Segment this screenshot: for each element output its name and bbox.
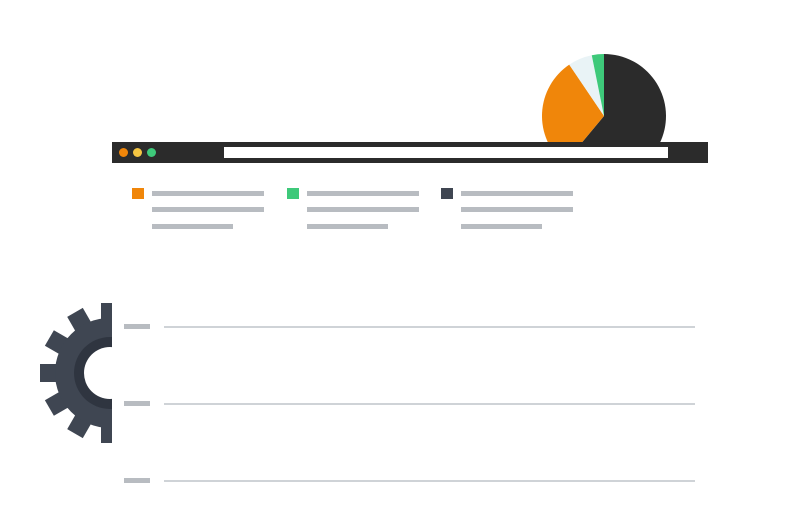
window-dot-yellow[interactable] [133,148,142,157]
browser-titlebar [112,142,708,163]
list-row [124,477,696,485]
legend-item-green [287,187,427,237]
gear-icon [30,302,112,444]
list-row [124,400,696,408]
list-row [124,323,696,331]
window-dot-green[interactable] [147,148,156,157]
row-label-placeholder [124,478,150,483]
gear-svg [40,303,112,443]
row-divider [164,326,695,328]
legend-line [461,191,573,196]
legend-line [152,207,264,212]
legend-line [307,224,388,229]
legend-line [461,224,542,229]
legend-swatch [132,188,144,199]
legend-swatch [287,188,299,199]
legend-item-navy [441,187,581,237]
address-bar[interactable] [224,147,668,158]
row-label-placeholder [124,324,150,329]
pie-chart [542,54,666,144]
window-dot-orange[interactable] [119,148,128,157]
legend-line [307,207,419,212]
legend-line [152,224,233,229]
legend-item-orange [132,187,272,237]
pie-chart-icon [540,52,668,144]
legend-line [461,207,573,212]
row-divider [164,403,695,405]
legend-swatch [441,188,453,199]
legend-line [152,191,264,196]
row-divider [164,480,695,482]
browser-window [112,142,708,483]
legend-line [307,191,419,196]
row-label-placeholder [124,401,150,406]
